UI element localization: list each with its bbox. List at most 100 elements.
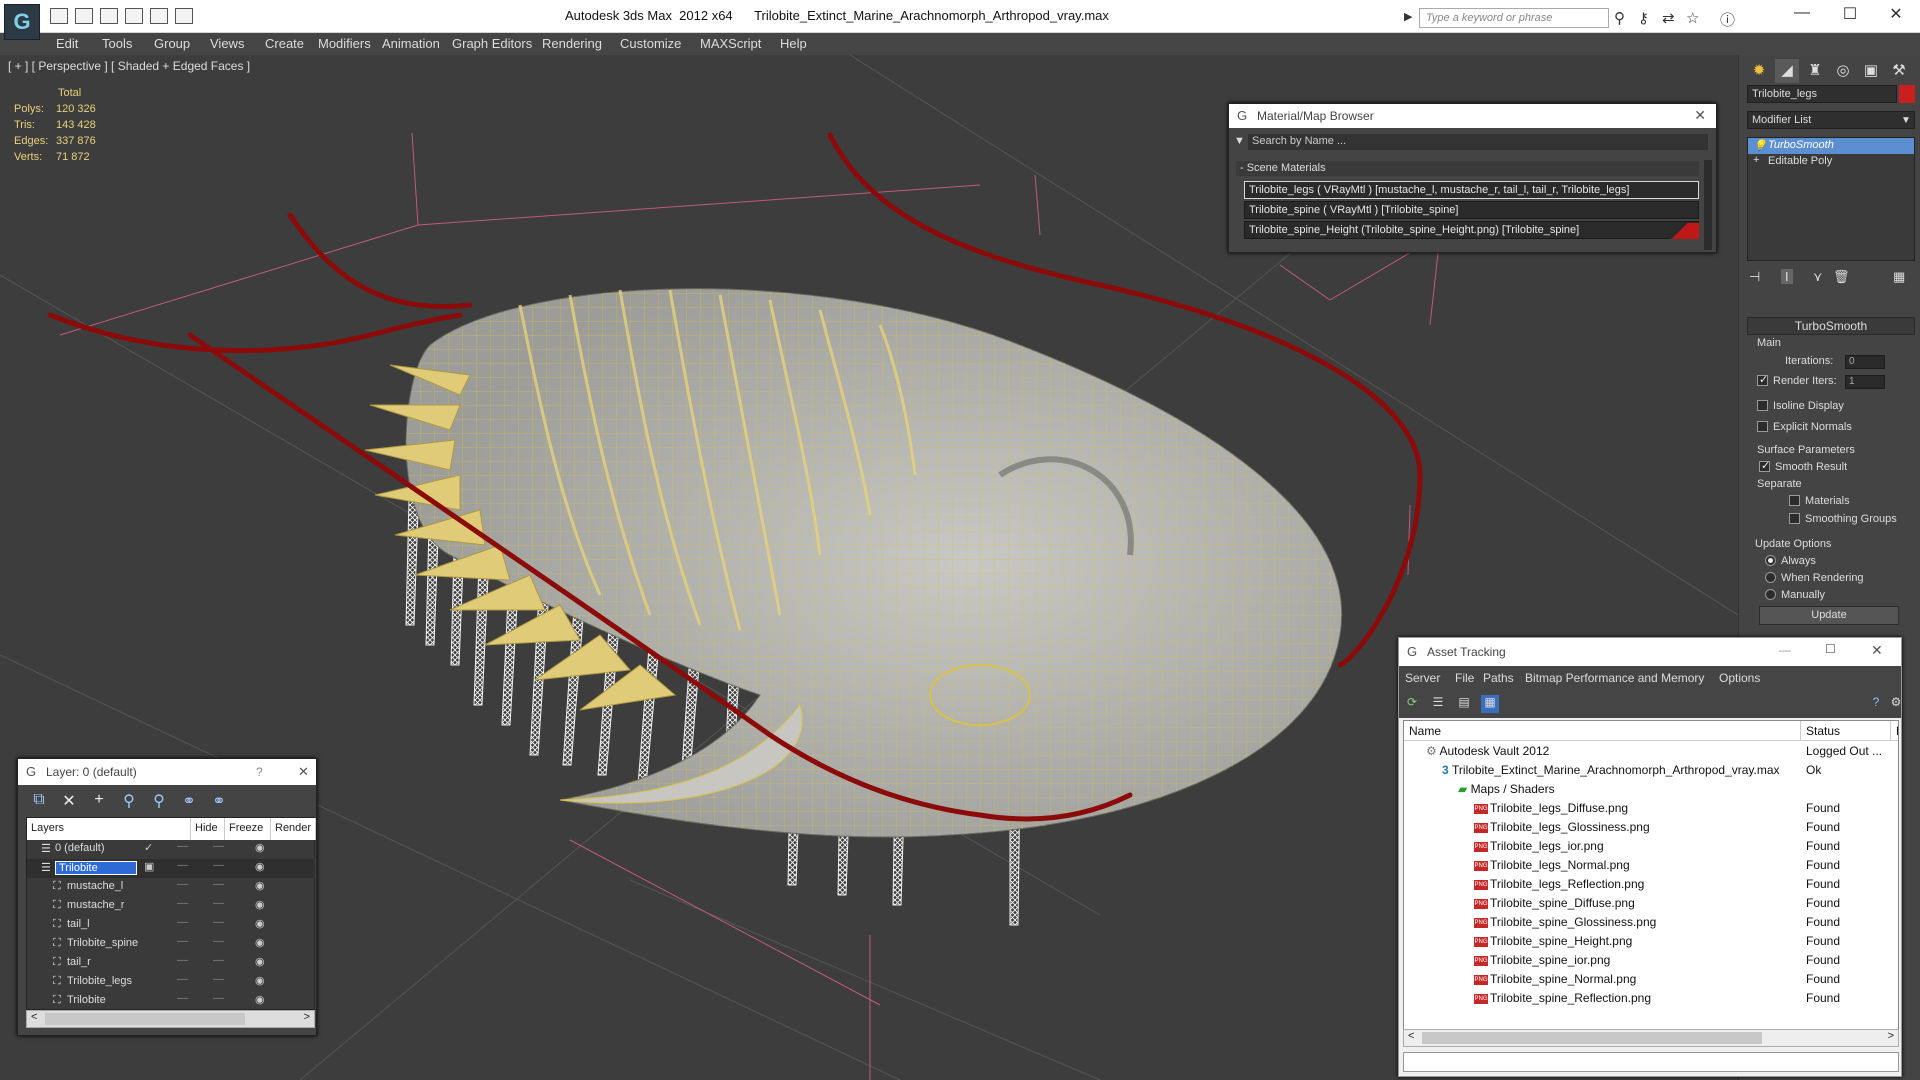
col-path[interactable]: P [1891, 721, 1898, 741]
layer-row[interactable]: ⛶ mustache_r –– –– ◉ [27, 897, 315, 916]
exchange-icon[interactable]: ⇄ [1662, 9, 1675, 27]
favorites-star-icon[interactable]: ☆ [1686, 9, 1699, 27]
material-row[interactable]: Trilobite_spine ( VRayMtl ) [Trilobite_s… [1244, 201, 1699, 219]
layer-row[interactable]: ⛶ mustache_l –– –– ◉ [27, 878, 315, 897]
manually-radio[interactable] [1765, 589, 1776, 600]
new-file-icon[interactable] [100, 8, 118, 24]
minimize-button[interactable]: — [1782, 4, 1822, 26]
render-toggle-icon[interactable]: ◉ [255, 879, 265, 892]
menu-options[interactable]: Options [1719, 671, 1760, 685]
open-file-icon[interactable] [50, 8, 68, 24]
expand-plus-icon[interactable]: + [1753, 154, 1759, 166]
render-iters-checkbox[interactable] [1757, 373, 1768, 386]
layer-row[interactable]: ⛶ tail_l –– –– ◉ [27, 916, 315, 935]
material-browser-titlebar[interactable]: G Material/Map Browser ✕ [1229, 104, 1716, 128]
stack-item-editable-poly[interactable]: + Editable Poly [1748, 154, 1914, 170]
scene-materials-group[interactable]: - Scene Materials [1236, 161, 1699, 176]
asset-row[interactable]: PNG Trilobite_spine_ior.png Found [1404, 951, 1898, 970]
chevron-down-icon[interactable]: ▼ [1901, 115, 1911, 126]
asset-row[interactable]: PNG Trilobite_legs_Normal.png Found [1404, 856, 1898, 875]
new-layer-icon[interactable]: ⧉ [28, 791, 50, 813]
freeze-toggle[interactable]: –– [213, 974, 224, 985]
help-icon[interactable]: ⓘ [1720, 9, 1735, 30]
asset-row[interactable]: PNG Trilobite_legs_Reflection.png Found [1404, 875, 1898, 894]
render-toggle-icon[interactable]: ◉ [255, 917, 265, 930]
asset-row[interactable]: ▰ Maps / Shaders [1404, 780, 1898, 799]
scroll-right-icon[interactable]: > [304, 1011, 310, 1023]
scroll-right-icon[interactable]: > [1888, 1030, 1894, 1042]
menu-file[interactable]: File [1455, 671, 1474, 685]
minimize-button[interactable]: — [1779, 643, 1791, 657]
freeze-toggle[interactable]: –– [213, 936, 224, 947]
redo-icon[interactable] [175, 8, 193, 24]
create-tab-icon[interactable]: ✹ [1747, 59, 1771, 83]
freeze-toggle[interactable]: –– [213, 917, 224, 928]
asset-row[interactable]: PNG Trilobite_spine_Reflection.png Found [1404, 989, 1898, 1008]
update-button[interactable]: Update [1759, 606, 1899, 625]
when-rendering-radio[interactable] [1765, 572, 1776, 583]
hierarchy-tab-icon[interactable]: ♜ [1803, 59, 1827, 83]
menu-tools[interactable]: Tools [102, 36, 132, 51]
render-iters-spinner[interactable]: 1 [1845, 375, 1885, 389]
freeze-toggle[interactable]: –– [213, 955, 224, 966]
hide-toggle[interactable]: –– [177, 993, 188, 1004]
modifier-list-dropdown[interactable]: Modifier List [1747, 111, 1915, 129]
asset-row[interactable]: PNG Trilobite_legs_ior.png Found [1404, 837, 1898, 856]
asset-row[interactable]: PNG Trilobite_spine_Height.png Found [1404, 932, 1898, 951]
show-end-result-icon[interactable]: I [1781, 269, 1793, 284]
undo-icon[interactable] [150, 8, 168, 24]
menu-rendering[interactable]: Rendering [542, 36, 602, 51]
turbosmooth-rollout[interactable]: TurboSmooth [1747, 317, 1915, 335]
menu-modifiers[interactable]: Modifiers [318, 36, 371, 51]
freeze-toggle[interactable]: –– [213, 993, 224, 1004]
menu-graph-editors[interactable]: Graph Editors [452, 36, 532, 51]
isoline-checkbox[interactable] [1757, 400, 1768, 411]
copy-icon[interactable] [125, 8, 143, 24]
freeze-toggle[interactable]: –– [213, 860, 224, 871]
save-file-icon[interactable] [75, 8, 93, 24]
select-layer-icon[interactable]: ⚲ [148, 791, 170, 813]
motion-tab-icon[interactable]: ◎ [1831, 59, 1855, 83]
layer-row[interactable]: ⛶ Trilobite –– –– ◉ [27, 992, 315, 1011]
render-toggle-icon[interactable]: ◉ [255, 860, 265, 873]
binoculars-icon[interactable]: ⚲ [1614, 9, 1625, 27]
material-row[interactable]: Trilobite_spine_Height (Trilobite_spine_… [1244, 221, 1699, 239]
menu-views[interactable]: Views [210, 36, 244, 51]
search-input[interactable]: Type a keyword or phrase [1419, 8, 1609, 28]
maximize-button[interactable]: ☐ [1830, 4, 1870, 26]
modify-tab-icon[interactable]: ◢ [1775, 59, 1799, 83]
lightbulb-icon[interactable]: 💡 [1753, 139, 1767, 152]
layer-scrollbar[interactable]: < > [26, 1010, 315, 1028]
hide-toggle[interactable]: –– [177, 879, 188, 890]
col-freeze[interactable]: Freeze [225, 818, 271, 840]
set-active-icon[interactable]: ▣ [144, 860, 154, 873]
display-tab-icon[interactable]: ▣ [1859, 59, 1883, 83]
layer-row[interactable]: ⛶ Trilobite_legs –– –– ◉ [27, 973, 315, 992]
layer-titlebar[interactable]: G Layer: 0 (default) ? ✕ [18, 759, 316, 785]
render-toggle-icon[interactable]: ◉ [255, 974, 265, 987]
menu-edit[interactable]: Edit [56, 36, 78, 51]
hide-toggle[interactable]: –– [177, 898, 188, 909]
hide-toggle[interactable]: –– [177, 955, 188, 966]
list-view-icon[interactable]: ☰ [1429, 695, 1447, 713]
materials-checkbox[interactable] [1789, 495, 1800, 506]
delete-layer-icon[interactable]: ✕ [58, 791, 80, 813]
maximize-button[interactable]: ☐ [1825, 642, 1836, 656]
asset-row[interactable]: 3 Trilobite_Extinct_Marine_Arachnomorph_… [1404, 761, 1898, 780]
hide-toggle[interactable]: –– [177, 841, 188, 852]
close-button[interactable]: ✕ [1871, 642, 1883, 659]
explicit-normals-checkbox[interactable] [1757, 421, 1768, 432]
asset-row[interactable]: ⚙ Autodesk Vault 2012 Logged Out ... [1404, 742, 1898, 761]
active-layer-check-icon[interactable]: ✓ [144, 841, 153, 854]
app-logo-icon[interactable]: G [4, 4, 40, 40]
scroll-thumb[interactable] [45, 1013, 245, 1025]
freeze-toggle[interactable]: –– [213, 879, 224, 890]
material-scrollbar[interactable] [1704, 160, 1712, 250]
options-menu-icon[interactable]: ▼ [1234, 135, 1245, 147]
menu-create[interactable]: Create [265, 36, 304, 51]
material-row[interactable]: Trilobite_legs ( VRayMtl ) [mustache_l, … [1244, 181, 1699, 199]
iterations-spinner[interactable]: 0 [1845, 355, 1885, 369]
expand-search-icon[interactable]: ▶ [1404, 10, 1412, 23]
material-search-input[interactable]: Search by Name ... [1248, 134, 1708, 150]
help-button[interactable]: ? [256, 765, 263, 779]
